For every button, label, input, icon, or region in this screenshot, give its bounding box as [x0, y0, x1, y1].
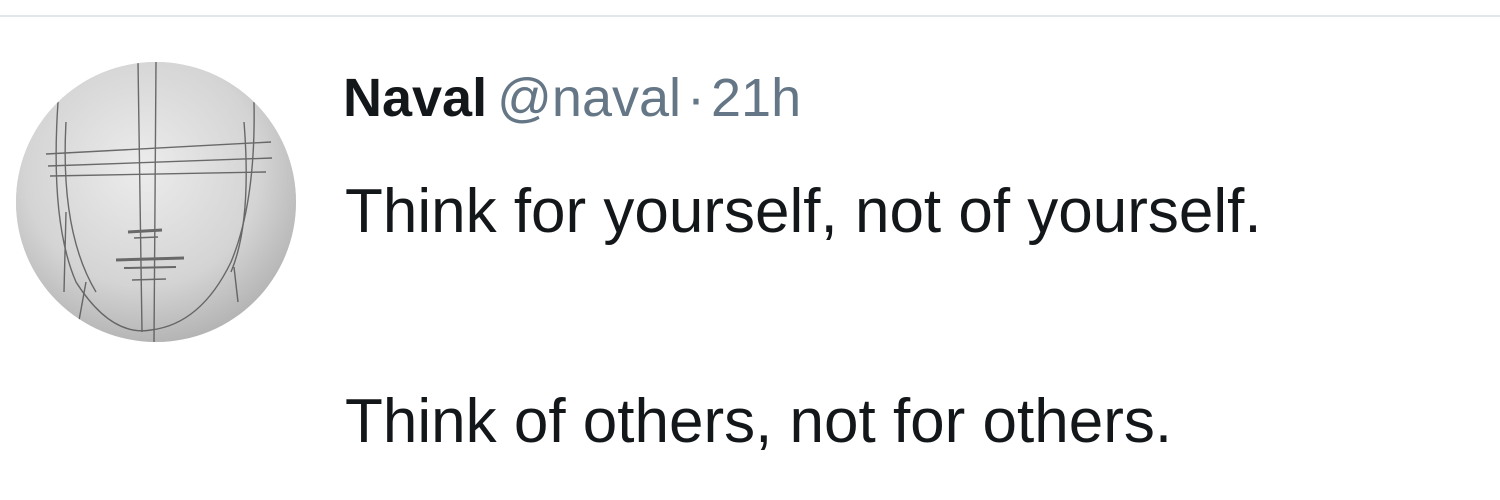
author-name[interactable]: Naval: [343, 68, 487, 128]
tweet-card[interactable]: Naval @naval · 21h Think for yourself, not …: [0, 0, 1500, 500]
separator-dot: ·: [687, 68, 706, 128]
sketched-face-icon: [16, 62, 296, 342]
tweet-timestamp[interactable]: 21h: [711, 68, 801, 128]
tweet-text-line: Think for yourself, not of yourself.: [345, 177, 1262, 246]
profile-avatar[interactable]: [16, 62, 296, 342]
top-divider: [0, 15, 1500, 17]
tweet-header: Naval @naval · 21h: [343, 68, 801, 128]
tweet-text-line: Think of others, not for others.: [345, 387, 1173, 456]
author-handle[interactable]: @naval: [497, 68, 681, 128]
